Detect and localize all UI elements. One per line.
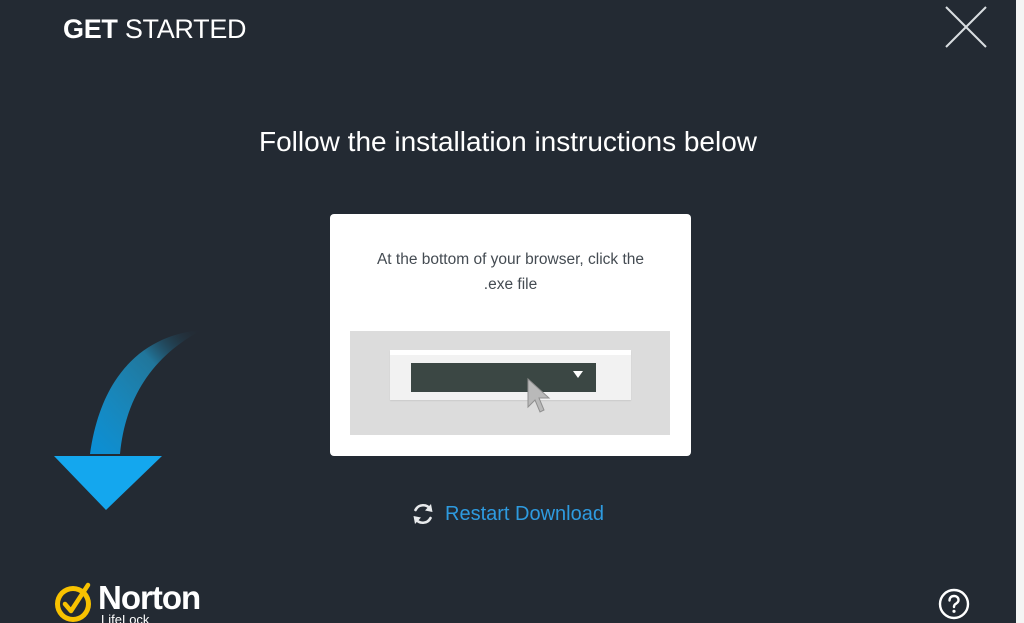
close-icon (945, 6, 987, 48)
logo-subtext: LifeLock (101, 612, 150, 623)
page-title: GET STARTED (63, 14, 247, 45)
restart-download-label: Restart Download (445, 502, 604, 525)
instruction-line-1: At the bottom of your browser, click the (376, 251, 645, 268)
instructions-heading: Follow the installation instructions bel… (258, 126, 758, 157)
download-file-pill (411, 363, 596, 392)
norton-logo: Norton LifeLock (52, 578, 222, 623)
page-title-light: STARTED (124, 14, 247, 44)
help-button[interactable] (938, 588, 970, 620)
instruction-text: At the bottom of your browser, click the… (350, 247, 671, 297)
download-bar (390, 350, 631, 400)
instruction-card: At the bottom of your browser, click the… (330, 214, 691, 456)
mouse-pointer-icon (527, 377, 551, 413)
dropdown-arrow-icon (573, 371, 583, 378)
help-icon (938, 588, 970, 620)
restart-download-link[interactable]: Restart Download (410, 500, 604, 528)
norton-checkmark-icon (55, 582, 91, 622)
browser-download-illustration (350, 331, 670, 435)
download-arrow-icon (54, 330, 202, 510)
instruction-line-2: .exe file (483, 276, 538, 293)
refresh-icon (413, 503, 433, 525)
installer-window: GET STARTED Follow the installation inst… (0, 0, 1016, 623)
close-button[interactable] (943, 4, 989, 50)
page-title-bold: GET (63, 14, 118, 44)
window-edge (1016, 0, 1024, 623)
